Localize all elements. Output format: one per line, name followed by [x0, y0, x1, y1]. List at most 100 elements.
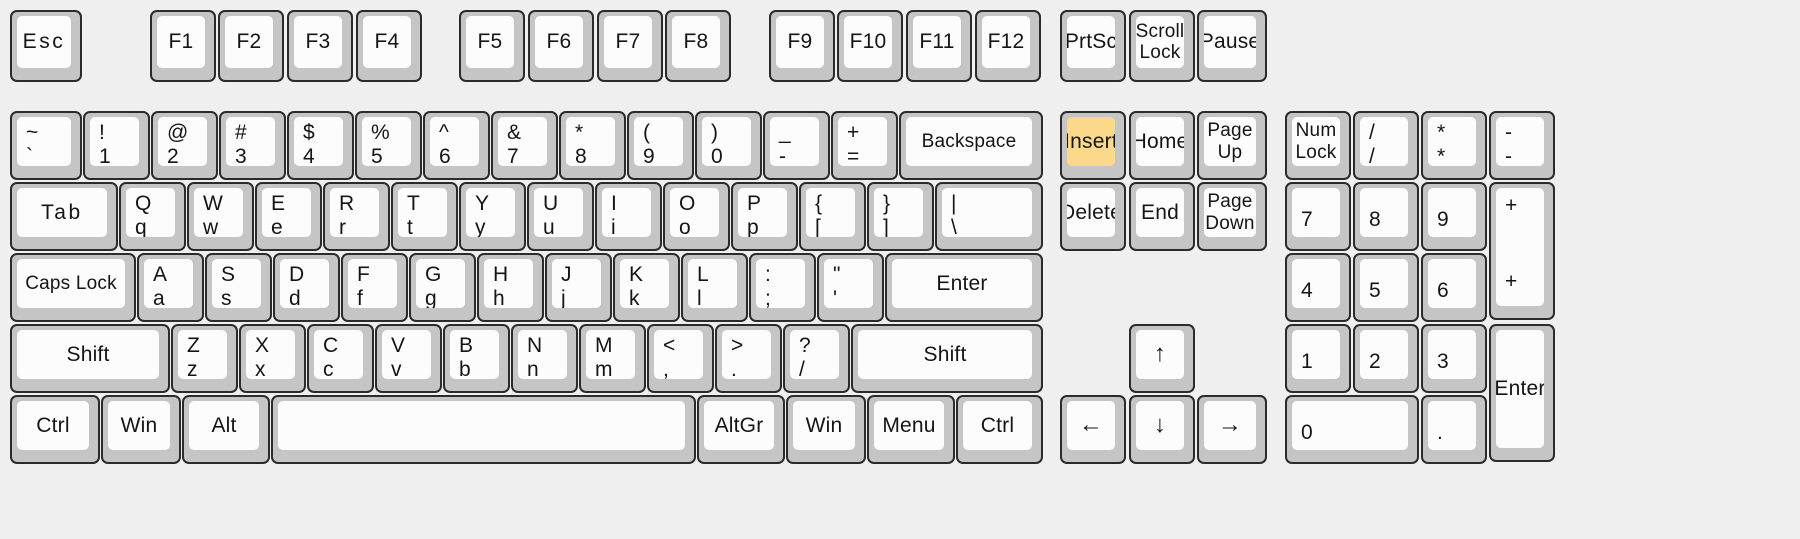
key-key-p[interactable]: Pp [731, 182, 798, 251]
key-f4[interactable]: F4 [356, 10, 422, 82]
key-key-q[interactable]: Qq [119, 182, 186, 251]
key-win-left[interactable]: Win [101, 395, 181, 464]
key-digit-8[interactable]: * 8 [559, 111, 626, 180]
key-key-l[interactable]: Ll [681, 253, 748, 322]
key-numpad-3[interactable]: 3 [1421, 324, 1487, 393]
key-numpad-decimal[interactable]: . [1421, 395, 1487, 464]
key-enter[interactable]: Enter [885, 253, 1043, 322]
key-key-w[interactable]: Ww [187, 182, 254, 251]
key-backspace[interactable]: Backspace [899, 111, 1043, 180]
key-delete[interactable]: Delete [1060, 182, 1126, 251]
key-num-lock[interactable]: Num Lock [1285, 111, 1351, 180]
key-f11[interactable]: F11 [906, 10, 972, 82]
key-key-k[interactable]: Kk [613, 253, 680, 322]
key-page-down[interactable]: Page Down [1197, 182, 1267, 251]
key-digit-9[interactable]: (9 [627, 111, 694, 180]
key-f10[interactable]: F10 [837, 10, 903, 82]
key-key-b[interactable]: Bb [443, 324, 510, 393]
key-key-r[interactable]: Rr [323, 182, 390, 251]
key-key-c[interactable]: Cc [307, 324, 374, 393]
key-f1[interactable]: F1 [150, 10, 216, 82]
key-key-o[interactable]: Oo [663, 182, 730, 251]
key-scroll-lock[interactable]: Scroll Lock [1129, 10, 1195, 82]
key-period[interactable]: >. [715, 324, 782, 393]
key-minus[interactable]: _ - [763, 111, 830, 180]
key-caps-lock[interactable]: Caps Lock [10, 253, 136, 322]
key-key-y[interactable]: Yy [459, 182, 526, 251]
key-win-right[interactable]: Win [786, 395, 866, 464]
key-digit-4[interactable]: $4 [287, 111, 354, 180]
key-key-z[interactable]: Zz [171, 324, 238, 393]
key-f3[interactable]: F3 [287, 10, 353, 82]
key-arrow-up[interactable]: ↑ [1129, 324, 1195, 393]
key-f7[interactable]: F7 [597, 10, 663, 82]
key-quote[interactable]: " ' [817, 253, 884, 322]
key-digit-7[interactable]: & 7 [491, 111, 558, 180]
key-escape[interactable]: Esc [10, 10, 82, 82]
key-key-s[interactable]: Ss [205, 253, 272, 322]
key-equal[interactable]: + = [831, 111, 898, 180]
key-numpad-subtract[interactable]: -- [1489, 111, 1555, 180]
key-numpad-divide[interactable]: / / [1353, 111, 1419, 180]
key-key-e[interactable]: Ee [255, 182, 322, 251]
key-f8[interactable]: F8 [665, 10, 731, 82]
key-pause[interactable]: Pause [1197, 10, 1267, 82]
key-key-a[interactable]: Aa [137, 253, 204, 322]
key-altgr[interactable]: AltGr [697, 395, 785, 464]
key-digit-2[interactable]: @2 [151, 111, 218, 180]
key-key-u[interactable]: Uu [527, 182, 594, 251]
key-f12[interactable]: F12 [975, 10, 1041, 82]
key-digit-6[interactable]: ^ 6 [423, 111, 490, 180]
key-key-d[interactable]: Dd [273, 253, 340, 322]
key-key-g[interactable]: Gg [409, 253, 476, 322]
key-numpad-multiply[interactable]: * * [1421, 111, 1487, 180]
key-home[interactable]: Home [1129, 111, 1195, 180]
key-numpad-7[interactable]: 7 [1285, 182, 1351, 251]
key-menu[interactable]: Menu [867, 395, 955, 464]
key-numpad-1[interactable]: 1 [1285, 324, 1351, 393]
key-comma[interactable]: <, [647, 324, 714, 393]
key-f6[interactable]: F6 [528, 10, 594, 82]
key-key-j[interactable]: Jj [545, 253, 612, 322]
key-semicolon[interactable]: :; [749, 253, 816, 322]
key-tab[interactable]: Tab [10, 182, 118, 251]
key-key-m[interactable]: Mm [579, 324, 646, 393]
key-key-f[interactable]: Ff [341, 253, 408, 322]
key-numpad-4[interactable]: 4 [1285, 253, 1351, 322]
key-end[interactable]: End [1129, 182, 1195, 251]
key-key-h[interactable]: Hh [477, 253, 544, 322]
key-space[interactable] [271, 395, 696, 464]
key-arrow-down[interactable]: ↓ [1129, 395, 1195, 464]
key-numpad-5[interactable]: 5 [1353, 253, 1419, 322]
key-backslash[interactable]: | \ [935, 182, 1043, 251]
key-key-n[interactable]: Nn [511, 324, 578, 393]
key-digit-3[interactable]: #3 [219, 111, 286, 180]
key-ctrl-left[interactable]: Ctrl [10, 395, 100, 464]
key-numpad-add[interactable]: + + [1489, 182, 1555, 320]
key-key-t[interactable]: Tt [391, 182, 458, 251]
key-numpad-8[interactable]: 8 [1353, 182, 1419, 251]
key-f2[interactable]: F2 [218, 10, 284, 82]
key-f9[interactable]: F9 [769, 10, 835, 82]
key-bracket-right[interactable]: }] [867, 182, 934, 251]
key-key-x[interactable]: Xx [239, 324, 306, 393]
key-digit-0[interactable]: ) 0 [695, 111, 762, 180]
key-slash[interactable]: ? / [783, 324, 850, 393]
key-shift-right[interactable]: Shift [851, 324, 1043, 393]
key-numpad-2[interactable]: 2 [1353, 324, 1419, 393]
key-shift-left[interactable]: Shift [10, 324, 170, 393]
key-bracket-left[interactable]: {[ [799, 182, 866, 251]
key-page-up[interactable]: Page Up [1197, 111, 1267, 180]
key-arrow-left[interactable]: ← [1060, 395, 1126, 464]
key-insert[interactable]: Insert [1060, 111, 1126, 180]
key-ctrl-right[interactable]: Ctrl [956, 395, 1043, 464]
key-digit-5[interactable]: % 5 [355, 111, 422, 180]
key-digit-1[interactable]: ! 1 [83, 111, 150, 180]
key-numpad-0[interactable]: 0 [1285, 395, 1419, 464]
key-key-i[interactable]: Ii [595, 182, 662, 251]
key-f5[interactable]: F5 [459, 10, 525, 82]
key-arrow-right[interactable]: → [1197, 395, 1267, 464]
key-print-screen[interactable]: PrtSc [1060, 10, 1126, 82]
key-alt-left[interactable]: Alt [182, 395, 270, 464]
key-numpad-enter[interactable]: Enter [1489, 324, 1555, 462]
